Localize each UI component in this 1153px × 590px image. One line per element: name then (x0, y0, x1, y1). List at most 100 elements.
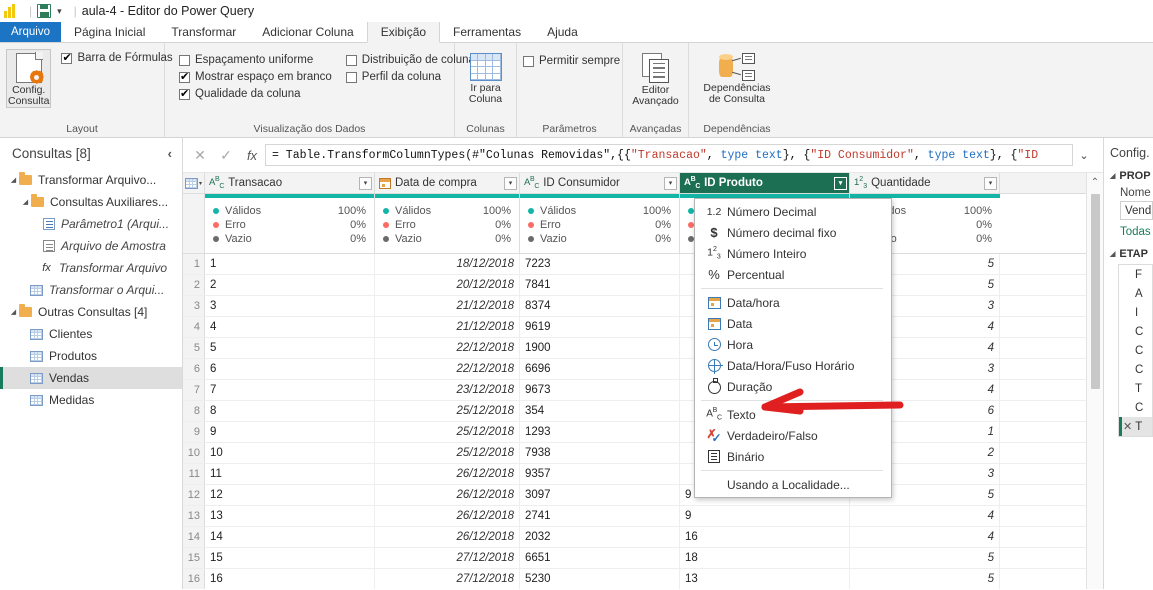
cell-id-consumidor[interactable]: 7938 (520, 443, 680, 463)
tab-arquivo[interactable]: Arquivo (0, 22, 61, 42)
table-row[interactable]: 12 12 26/12/2018 3097 9 5 (183, 485, 1086, 506)
cell-id-consumidor[interactable]: 1900 (520, 338, 680, 358)
cell-id-consumidor[interactable]: 3097 (520, 485, 680, 505)
cell-quantidade[interactable]: 4 (850, 527, 1000, 547)
scroll-up-icon[interactable]: ⌃ (1091, 177, 1099, 188)
column-filter-icon[interactable]: ▾ (834, 176, 847, 190)
menu-item-usando-a-localidade[interactable]: Usando a Localidade... (695, 474, 891, 495)
cell-id-consumidor[interactable]: 7841 (520, 275, 680, 295)
vertical-scrollbar[interactable]: ⌃ (1086, 173, 1103, 589)
table-row[interactable]: 8 8 25/12/2018 354 6 (183, 401, 1086, 422)
cell-data-de-compra[interactable]: 25/12/2018 (375, 422, 520, 442)
cell-id-consumidor[interactable]: 5230 (520, 569, 680, 589)
cell-data-de-compra[interactable]: 27/12/2018 (375, 548, 520, 568)
cell-data-de-compra[interactable]: 26/12/2018 (375, 527, 520, 547)
cell-id-consumidor[interactable]: 7223 (520, 254, 680, 274)
column-filter-icon[interactable]: ▾ (359, 176, 372, 190)
applied-step[interactable]: C (1119, 398, 1152, 417)
cell-transacao[interactable]: 7 (205, 380, 375, 400)
cell-transacao[interactable]: 2 (205, 275, 375, 295)
column-filter-icon[interactable]: ▾ (504, 176, 517, 190)
cell-quantidade[interactable]: 5 (850, 548, 1000, 568)
expander-icon[interactable]: ◢ (1110, 250, 1115, 258)
column-header-data-de-compra[interactable]: Data de compra ▾ (375, 173, 520, 193)
query-item-vendas[interactable]: Vendas (0, 367, 182, 389)
text-abc-icon[interactable]: ABC (684, 175, 700, 191)
cell-transacao[interactable]: 13 (205, 506, 375, 526)
menu-item-n-mero-inteiro[interactable]: 123 Número Inteiro (695, 243, 891, 264)
checkbox-barra-de-formulas[interactable]: Barra de Fórmulas (61, 51, 173, 64)
applied-step-current[interactable]: ✕ T (1119, 417, 1152, 436)
menu-item-n-mero-decimal-fixo[interactable]: $ Número decimal fixo (695, 222, 891, 243)
applied-step[interactable]: A (1119, 284, 1152, 303)
menu-item-data[interactable]: Data (695, 313, 891, 334)
table-row[interactable]: 9 9 25/12/2018 1293 1 (183, 422, 1086, 443)
menu-item-verdadeiro-falso[interactable]: ✗ ✓ Verdadeiro/Falso (695, 425, 891, 446)
settings-section-properties[interactable]: ◢ PROP (1110, 170, 1153, 182)
grid-corner-button[interactable]: ▾ (183, 173, 205, 193)
cell-data-de-compra[interactable]: 25/12/2018 (375, 401, 520, 421)
cell-transacao[interactable]: 16 (205, 569, 375, 589)
cell-id-consumidor[interactable]: 1293 (520, 422, 680, 442)
checkbox-qualidade-coluna[interactable]: Qualidade da coluna (179, 87, 332, 100)
cell-data-de-compra[interactable]: 23/12/2018 (375, 380, 520, 400)
cell-data-de-compra[interactable]: 22/12/2018 (375, 359, 520, 379)
menu-item-bin-rio[interactable]: Binário (695, 446, 891, 467)
checkbox-mostrar-espaco-branco[interactable]: Mostrar espaço em branco (179, 70, 332, 83)
formula-fx-icon[interactable]: fx (239, 148, 265, 163)
expander-icon[interactable]: ◢ (8, 176, 19, 184)
column-header-quantidade[interactable]: 123 Quantidade ▾ (850, 173, 1000, 193)
cell-data-de-compra[interactable]: 27/12/2018 (375, 569, 520, 589)
settings-name-input[interactable]: Vend (1120, 201, 1153, 220)
tab-adicionar-coluna[interactable]: Adicionar Coluna (249, 22, 366, 42)
cell-transacao[interactable]: 11 (205, 464, 375, 484)
data-type-dropdown-menu[interactable]: 1.2 Número Decimal $ Número decimal fixo 123… (694, 198, 892, 498)
cell-transacao[interactable]: 1 (205, 254, 375, 274)
table-row[interactable]: 14 14 26/12/2018 2032 16 4 (183, 527, 1086, 548)
applied-step[interactable]: C (1119, 322, 1152, 341)
table-row[interactable]: 2 2 20/12/2018 7841 5 (183, 275, 1086, 296)
query-group-transformar-arquivo[interactable]: ◢ Transformar Arquivo... (0, 169, 182, 191)
query-item-medidas[interactable]: Medidas (0, 389, 182, 411)
cell-id-consumidor[interactable]: 2032 (520, 527, 680, 547)
menu-item-percentual[interactable]: % Percentual (695, 264, 891, 285)
cell-id-consumidor[interactable]: 9619 (520, 317, 680, 337)
cell-id-consumidor[interactable]: 6651 (520, 548, 680, 568)
cell-transacao[interactable]: 4 (205, 317, 375, 337)
menu-item-data-hora[interactable]: Data/hora (695, 292, 891, 313)
expander-icon[interactable]: ◢ (20, 198, 31, 206)
table-row[interactable]: 1 1 18/12/2018 7223 5 (183, 254, 1086, 275)
table-row[interactable]: 6 6 22/12/2018 6696 3 (183, 359, 1086, 380)
applied-step[interactable]: T (1119, 379, 1152, 398)
cell-transacao[interactable]: 12 (205, 485, 375, 505)
cell-id-consumidor[interactable]: 9673 (520, 380, 680, 400)
dependencias-de-consulta-button[interactable]: Dependências de Consulta (695, 50, 779, 105)
query-item-parametro1[interactable]: Parâmetro1 (Arqui... (0, 213, 182, 235)
table-row[interactable]: 13 13 26/12/2018 2741 9 4 (183, 506, 1086, 527)
cell-transacao[interactable]: 3 (205, 296, 375, 316)
applied-step[interactable]: F (1119, 265, 1152, 284)
query-item-produtos[interactable]: Produtos (0, 345, 182, 367)
query-item-clientes[interactable]: Clientes (0, 323, 182, 345)
cell-id-consumidor[interactable]: 6696 (520, 359, 680, 379)
expander-icon[interactable]: ◢ (8, 308, 19, 316)
cell-transacao[interactable]: 9 (205, 422, 375, 442)
checkbox-espacamento-uniforme[interactable]: Espaçamento uniforme (179, 54, 332, 66)
table-row[interactable]: 11 11 26/12/2018 9357 3 (183, 464, 1086, 485)
table-row[interactable]: 4 4 21/12/2018 9619 4 (183, 317, 1086, 338)
query-item-transformar-arquivo-fn[interactable]: fx Transformar Arquivo (0, 257, 182, 279)
delete-step-icon[interactable]: ✕ (1123, 420, 1132, 433)
cell-transacao[interactable]: 14 (205, 527, 375, 547)
cell-transacao[interactable]: 5 (205, 338, 375, 358)
cell-id-produto[interactable]: 9 (680, 506, 850, 526)
tab-ferramentas[interactable]: Ferramentas (440, 22, 534, 42)
query-group-consultas-auxiliares[interactable]: ◢ Consultas Auxiliares... (0, 191, 182, 213)
cell-data-de-compra[interactable]: 26/12/2018 (375, 485, 520, 505)
cell-id-consumidor[interactable]: 9357 (520, 464, 680, 484)
table-row[interactable]: 15 15 27/12/2018 6651 18 5 (183, 548, 1086, 569)
cell-id-consumidor[interactable]: 2741 (520, 506, 680, 526)
cell-data-de-compra[interactable]: 21/12/2018 (375, 296, 520, 316)
column-header-id-consumidor[interactable]: ABC ID Consumidor ▾ (520, 173, 680, 193)
query-item-arquivo-de-amostra[interactable]: Arquivo de Amostra (0, 235, 182, 257)
cell-transacao[interactable]: 6 (205, 359, 375, 379)
